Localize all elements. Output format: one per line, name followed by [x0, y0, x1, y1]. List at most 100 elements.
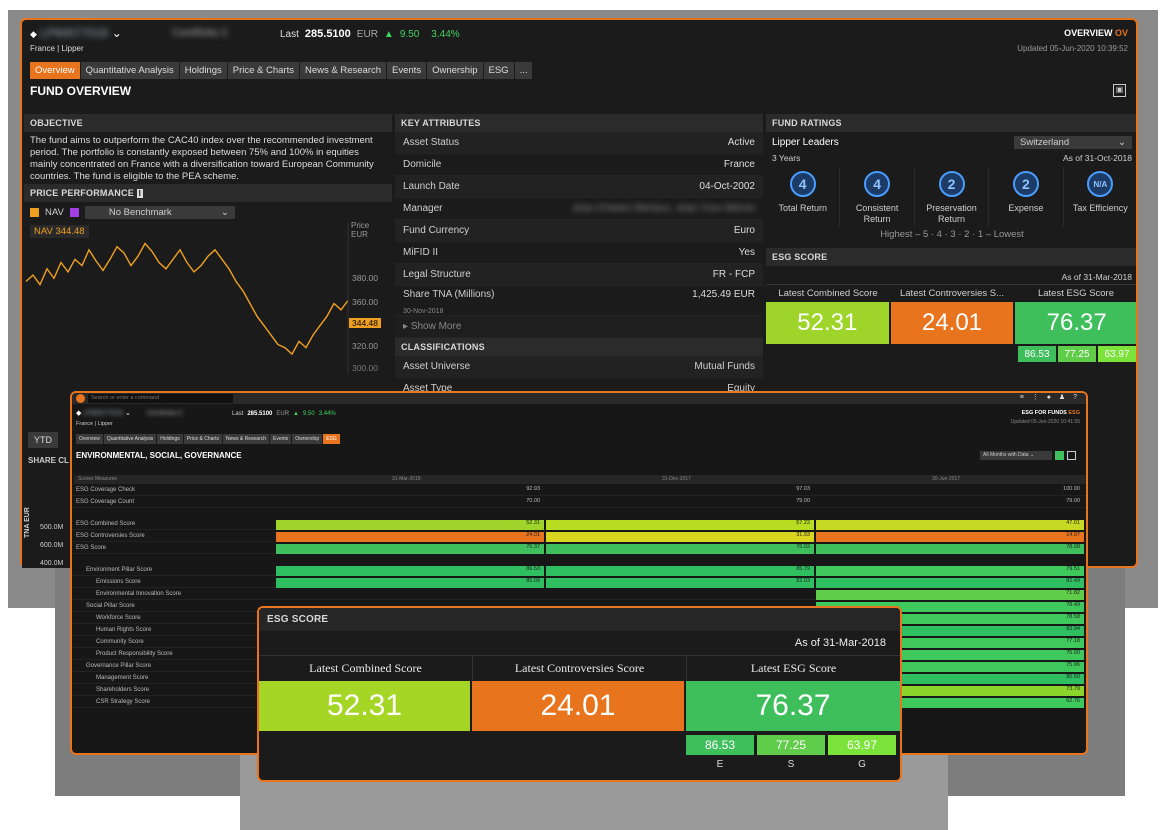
esg-table-cell: 47.01 — [816, 520, 1084, 530]
benchmark-dropdown[interactable]: No Benchmark ⌄ — [84, 206, 235, 219]
currency: EUR — [356, 29, 378, 40]
esg-table-cell: 57.22 — [546, 520, 814, 530]
key-attribute-label: Manager — [403, 203, 443, 214]
esg-last-label: Last — [232, 411, 244, 417]
toolbar-icons[interactable]: ≡ ⋮ ● ♟ ? — [1020, 393, 1080, 401]
zoom-controversies-score: 24.01 — [472, 681, 684, 731]
esg-table-row: Environmental Innovation Score 71.82 — [72, 589, 1086, 600]
esg-score-header: ESG SCORE — [766, 248, 1136, 266]
g-pillar-score: 63.97 — [1098, 346, 1136, 362]
esg-price-change-pct: 3.44% — [318, 411, 336, 417]
layout-icon[interactable] — [1067, 451, 1076, 460]
esg-tab-esg[interactable]: ESG — [323, 434, 341, 444]
fund-selector[interactable]: ◆ LP60077016 ⌄ — [30, 26, 122, 40]
esg-score-col-header: Latest ESG Score — [1037, 288, 1115, 299]
esg-table-row: ESG Score 76.37 76.02 78.08 — [72, 543, 1086, 554]
tab-events[interactable]: Events — [387, 62, 428, 79]
chevron-down-icon: ⌄ — [220, 207, 229, 218]
esg-tab-quantitative-analysis[interactable]: Quantitative Analysis — [103, 434, 158, 444]
fund-name: Centifolia C — [172, 27, 229, 39]
esg-row-label: Emissions Score — [96, 579, 141, 585]
tab-news-research[interactable]: News & Research — [300, 62, 388, 79]
esg-table-cell: 70.00 — [526, 498, 540, 504]
rating-label: Expense — [1008, 203, 1044, 213]
price-performance-title: PRICE PERFORMANCE — [30, 188, 134, 198]
key-attribute-value: France — [723, 159, 755, 170]
key-attribute-row: MiFID II Yes — [395, 242, 763, 264]
tab-esg[interactable]: ESG — [483, 62, 515, 79]
tab-ownership[interactable]: Ownership — [427, 62, 484, 79]
filter-dropdown[interactable]: All Months with Data ⌄ — [980, 451, 1052, 460]
rating-item: 2 Preservation Return — [915, 167, 990, 227]
esg-table-cell: 79.51 — [816, 566, 1084, 576]
esg-table-row: Emissions Score 85.09 82.03 82.49 — [72, 577, 1086, 588]
rating-item: 2 Expense — [989, 167, 1064, 227]
esg-view-title: ESG FOR FUNDS — [1021, 410, 1067, 416]
esg-table-cell: 14.97 — [816, 532, 1084, 542]
e-pillar-score: 86.53 — [1018, 346, 1056, 362]
price-line-svg — [25, 223, 349, 373]
rating-item: N/A Tax Efficiency — [1064, 167, 1136, 227]
esg-score-value: 76.37 — [1015, 302, 1136, 344]
tab-quantitative-analysis[interactable]: Quantitative Analysis — [80, 62, 180, 79]
menu-icon: ◆ — [30, 29, 37, 39]
benchmark-swatch — [69, 208, 79, 217]
esg-tab-overview[interactable]: Overview — [76, 434, 104, 444]
info-icon[interactable]: i — [136, 189, 144, 198]
esg-table-cell: 79.00 — [1066, 498, 1080, 504]
zoom-g-label: G — [858, 759, 866, 770]
tick-320: 320.00 — [352, 341, 378, 351]
esg-row-label: Human Rights Score — [96, 627, 152, 633]
save-icon[interactable]: ▣ — [1113, 84, 1126, 97]
key-attribute-value: Jean-Charles Mériaux, Jean-Yves Mémin — [572, 203, 755, 214]
chevron-down-icon: ⌄ — [111, 26, 122, 40]
tab-price-charts[interactable]: Price & Charts — [227, 62, 300, 79]
esg-tab-news-research[interactable]: News & Research — [222, 434, 270, 444]
esg-tab-holdings[interactable]: Holdings — [157, 434, 184, 444]
key-attribute-label: Legal Structure — [403, 269, 471, 280]
up-arrow-icon: ▲ — [383, 29, 394, 40]
key-attribute-value: 1,425.49 EUR — [692, 289, 755, 300]
excel-export-icon[interactable] — [1055, 451, 1064, 460]
esg-table-cell: 100.00 — [1063, 486, 1080, 492]
zoom-g-score: 63.97 — [828, 735, 896, 755]
key-attribute-label: Share TNA (Millions) — [403, 289, 495, 300]
key-attribute-row: Legal Structure FR - FCP — [395, 264, 763, 286]
tab-holdings[interactable]: Holdings — [179, 62, 228, 79]
rating-badge: 2 — [1012, 171, 1039, 197]
date-col-1: 31-Mar-2018 — [392, 476, 421, 482]
esg-page-title: ENVIRONMENTAL, SOCIAL, GOVERNANCE — [76, 451, 242, 460]
tab-overview[interactable]: Overview — [30, 62, 81, 79]
esg-updated: Updated 05-Jun-2020 10:41:55 — [1010, 419, 1080, 425]
esg-tab-price-charts[interactable]: Price & Charts — [183, 434, 223, 444]
esg-table-cell: 86.53 — [276, 566, 544, 576]
show-more-link[interactable]: ▸ Show More — [395, 316, 763, 338]
esg-fund-code: LP60077016 — [83, 410, 124, 417]
esg-fund-name: Centifolia C — [146, 410, 184, 417]
country-dropdown[interactable]: Switzerland ⌄ — [1014, 136, 1132, 149]
price-performance-header: PRICE PERFORMANCE i — [24, 184, 392, 202]
esg-score-zoom-window: ESG SCORE As of 31-Mar-2018 Latest Combi… — [257, 606, 902, 782]
key-attribute-value: FR - FCP — [712, 269, 755, 280]
rating-scale: Highest – 5 · 4 · 3 · 2 · 1 – Lowest — [880, 229, 1024, 240]
esg-table-row: ESG Combined Score 52.31 57.22 47.01 — [72, 519, 1086, 530]
esg-tab-events[interactable]: Events — [269, 434, 293, 444]
esg-table-row: ESG Coverage Count 70.00 79.00 79.00 — [72, 497, 1086, 508]
tab--[interactable]: ... — [514, 62, 534, 79]
triangle-right-icon: ▸ — [403, 321, 411, 332]
subtitle: France | Lipper — [30, 44, 84, 53]
chevron-down-icon: ⌄ — [125, 410, 131, 417]
command-search-input[interactable]: Search or enter a command — [88, 394, 233, 403]
esg-fund-selector[interactable]: ◆ LP60077016 ⌄ Centifolia C — [76, 409, 183, 417]
key-attribute-row: Asset Status Active — [395, 132, 763, 154]
esg-table-cell — [276, 590, 544, 600]
ytd-tab[interactable]: YTD — [28, 432, 58, 448]
combined-score-value: 52.31 — [766, 302, 889, 344]
app-logo-icon — [76, 394, 85, 403]
esg-row-label: Community Score — [96, 639, 144, 645]
s-pillar-score: 77.25 — [1058, 346, 1096, 362]
chevron-down-icon: ⌄ — [1029, 452, 1035, 458]
esg-tab-ownership[interactable]: Ownership — [292, 434, 324, 444]
zoom-esg-header: ESG SCORE — [259, 608, 900, 631]
menu-icon: ◆ — [76, 410, 82, 417]
